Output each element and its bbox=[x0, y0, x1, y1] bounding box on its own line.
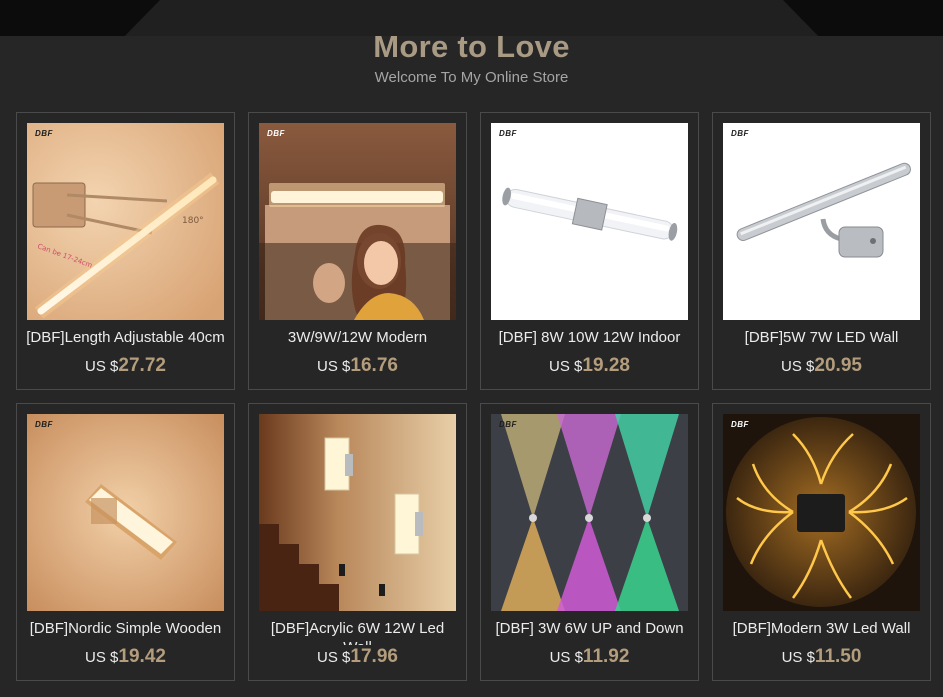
price-currency: US $ bbox=[317, 649, 351, 666]
brand-logo: DBF bbox=[35, 420, 53, 429]
svg-text:180°: 180° bbox=[182, 216, 204, 226]
price-currency: US $ bbox=[317, 358, 351, 375]
product-price: US $11.50 bbox=[713, 645, 930, 670]
price-currency: US $ bbox=[781, 649, 815, 666]
price-currency: US $ bbox=[781, 358, 815, 375]
product-price: US $17.96 bbox=[249, 645, 466, 670]
price-amount: 27.72 bbox=[118, 355, 166, 376]
price-currency: US $ bbox=[85, 358, 119, 375]
brand-logo: DBF bbox=[731, 420, 749, 429]
brand-logo: DBF bbox=[267, 129, 285, 138]
price-currency: US $ bbox=[549, 649, 583, 666]
price-currency: US $ bbox=[85, 649, 119, 666]
price-amount: 11.50 bbox=[814, 646, 862, 667]
page: More to Love Welcome To My Online Store bbox=[0, 0, 943, 697]
section-subtitle: Welcome To My Online Store bbox=[374, 69, 569, 86]
brand-logo: DBF bbox=[499, 129, 517, 138]
price-amount: 16.76 bbox=[350, 355, 398, 376]
product-card[interactable]: DBF 3W/9W/12W Modern US $16.76 bbox=[248, 112, 467, 390]
product-image[interactable] bbox=[259, 414, 456, 611]
product-image[interactable]: DBF bbox=[723, 123, 920, 320]
product-card[interactable]: [DBF]Acrylic 6W 12W Led Wall US $17.96 bbox=[248, 403, 467, 681]
product-card[interactable]: DBF [DBF]Nordic Simple Wooden US $19.42 bbox=[16, 403, 235, 681]
product-grid: 180° Can be 17-24cm DBF [DBF]Length Adju… bbox=[16, 112, 931, 681]
price-amount: 19.42 bbox=[118, 646, 166, 667]
section-header: More to Love Welcome To My Online Store bbox=[0, 28, 943, 88]
product-card[interactable]: DBF [DBF]5W 7W LED Wall US $20.95 bbox=[712, 112, 931, 390]
price-amount: 17.96 bbox=[350, 646, 398, 667]
product-image[interactable]: DBF bbox=[491, 414, 688, 611]
product-price: US $11.92 bbox=[481, 645, 698, 670]
product-price: US $27.72 bbox=[17, 354, 234, 379]
section-title: More to Love bbox=[373, 29, 570, 64]
product-price: US $16.76 bbox=[249, 354, 466, 379]
product-card[interactable]: DBF [DBF] 3W 6W UP and Down US $11.92 bbox=[480, 403, 699, 681]
product-price: US $19.28 bbox=[481, 354, 698, 379]
brand-logo: DBF bbox=[731, 129, 749, 138]
product-image[interactable]: DBF bbox=[259, 123, 456, 320]
price-amount: 20.95 bbox=[814, 355, 862, 376]
price-currency: US $ bbox=[549, 358, 583, 375]
product-price: US $20.95 bbox=[713, 354, 930, 379]
product-card[interactable]: 180° Can be 17-24cm DBF [DBF]Length Adju… bbox=[16, 112, 235, 390]
brand-logo: DBF bbox=[499, 420, 517, 429]
product-price: US $19.42 bbox=[17, 645, 234, 670]
product-card[interactable]: DBF [DBF] 8W 10W 12W Indoor US $19.28 bbox=[480, 112, 699, 390]
product-image[interactable]: DBF bbox=[491, 123, 688, 320]
product-image[interactable]: DBF bbox=[27, 414, 224, 611]
product-image[interactable]: 180° Can be 17-24cm DBF bbox=[27, 123, 224, 320]
product-card[interactable]: DBF [DBF]Modern 3W Led Wall US $11.50 bbox=[712, 403, 931, 681]
product-image[interactable]: DBF bbox=[723, 414, 920, 611]
price-amount: 19.28 bbox=[582, 355, 630, 376]
price-amount: 11.92 bbox=[582, 646, 630, 667]
brand-logo: DBF bbox=[35, 129, 53, 138]
